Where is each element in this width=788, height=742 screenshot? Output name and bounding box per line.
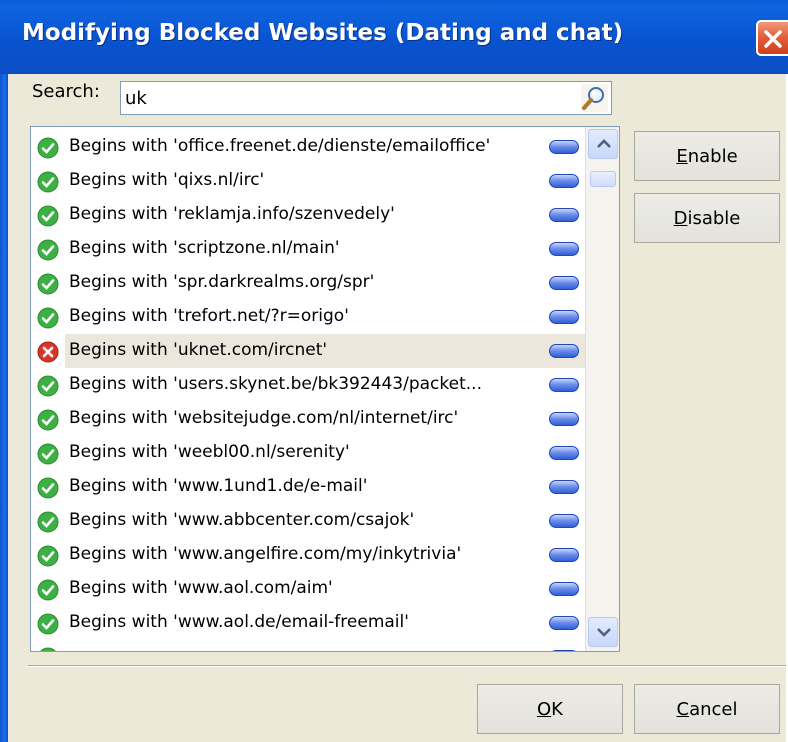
ok-mnemonic: O [537,698,552,720]
close-icon [764,30,782,48]
chevron-down-icon [597,628,611,637]
list-item-label: Begins with 'websitejudge.com/nl/interne… [69,408,459,428]
separator [28,665,786,667]
rule-pill-icon[interactable] [549,140,579,154]
list-item-label: Begins with 'trefort.net/?r=origo' [69,306,349,326]
check-circle-icon [37,307,59,329]
list-item[interactable]: Begins with 'uknet.com/ircnet' [31,334,587,368]
list-item-label: Begins with 'reklamja.info/szenvedely' [69,204,395,224]
vertical-scrollbar[interactable] [585,127,619,651]
check-circle-icon [37,477,59,499]
rule-pill-icon[interactable] [549,514,579,528]
check-circle-icon [37,409,59,431]
list-item[interactable]: Begins with 'www.aol.de/email-freemail' [31,606,587,640]
check-circle-icon [37,375,59,397]
list-item-label: Begins with 'www.1und1.de/e-mail' [69,476,368,496]
list-item-label: Begins with 'office.freenet.de/dienste/e… [69,136,491,156]
list-item[interactable]: Begins with 'scriptzone.nl/main' [31,232,587,266]
list-item[interactable]: Begins with 'www.angelfire.com/my/inkytr… [31,538,587,572]
check-circle-icon [37,205,59,227]
enable-label: nable [687,145,738,167]
list-item-label: Begins with 'weebl00.nl/serenity' [69,442,350,462]
check-circle-icon [37,137,59,159]
list-item[interactable]: Begins with 'trefort.net/?r=origo' [31,300,587,334]
check-circle-icon [37,613,59,635]
check-circle-icon [37,443,59,465]
ok-button[interactable]: OK [477,684,623,734]
list-item-label: Begins with 'www.aol.de/email-freemail' [69,612,409,632]
list-item-label: Begins with 'www.angelfire.com/my/inkytr… [69,544,462,564]
list-item-label: Begins with 'qixs.nl/irc' [69,170,265,190]
search-label: Search: [32,81,100,102]
rule-pill-icon[interactable] [549,344,579,358]
check-circle-icon [37,511,59,533]
rule-pill-icon[interactable] [549,276,579,290]
list-item[interactable]: Begins with 'websitejudge.com/nl/interne… [31,402,587,436]
dialog-window: Modifying Blocked Websites (Dating and c… [0,0,788,742]
list-item[interactable]: Begins with 'spr.darkrealms.org/spr' [31,266,587,300]
check-circle-icon [37,239,59,261]
rule-pill-icon[interactable] [549,446,579,460]
enable-button[interactable]: Enable [634,131,780,181]
rule-pill-icon[interactable] [549,310,579,324]
list-item-label: Begins with 'www.aol.com/aim' [69,578,333,598]
list-item-label: Begins with 'spr.darkrealms.org/spr' [69,272,375,292]
check-circle-icon [37,273,59,295]
list-item[interactable]: Begins with 'weebl00.nl/serenity' [31,436,587,470]
rule-pill-icon[interactable] [549,208,579,222]
magnifier-icon[interactable] [581,84,608,112]
cancel-label: ancel [689,698,738,720]
rule-pill-icon[interactable] [549,174,579,188]
x-circle-icon [37,341,59,363]
scroll-thumb[interactable] [590,171,616,187]
close-button[interactable] [756,20,788,56]
title-bar[interactable]: Modifying Blocked Websites (Dating and c… [0,0,788,74]
search-field[interactable] [120,81,612,115]
rule-pill-icon[interactable] [549,650,579,651]
list-item-label: Begins with 'users.skynet.be/bk392443/pa… [69,374,482,394]
list-item[interactable]: Begins with 'reklamja.info/szenvedely' [31,198,587,232]
scroll-up-button[interactable] [588,129,618,159]
list-item[interactable]: Begins with 'www.aol.com/aim' [31,572,587,606]
list-item-label: Begins with 'uknet.com/ircnet' [69,340,328,360]
rule-pill-icon[interactable] [549,242,579,256]
cancel-mnemonic: C [676,698,690,720]
list-item[interactable] [31,640,587,651]
check-circle-icon [37,171,59,193]
search-input[interactable] [125,85,575,111]
disable-label: isable [687,207,741,229]
list-item[interactable]: Begins with 'users.skynet.be/bk392443/pa… [31,368,587,402]
rule-pill-icon[interactable] [549,548,579,562]
list-item[interactable]: Begins with 'qixs.nl/irc' [31,164,587,198]
rule-pill-icon[interactable] [549,412,579,426]
enable-mnemonic: E [676,145,688,167]
list-item[interactable]: Begins with 'www.1und1.de/e-mail' [31,470,587,504]
rule-pill-icon[interactable] [549,480,579,494]
window-left-border [0,74,8,742]
list-item-label: Begins with 'www.abbcenter.com/csajok' [69,510,415,530]
check-circle-icon [37,545,59,567]
blocked-websites-list[interactable]: Begins with 'office.freenet.de/dienste/e… [30,126,620,652]
chevron-up-icon [597,139,611,148]
scroll-down-button[interactable] [588,617,618,647]
list-item[interactable]: Begins with 'www.abbcenter.com/csajok' [31,504,587,538]
ok-label: K [551,698,563,720]
rule-pill-icon[interactable] [549,378,579,392]
list-item[interactable]: Begins with 'office.freenet.de/dienste/e… [31,130,587,164]
window-title: Modifying Blocked Websites (Dating and c… [22,20,624,46]
cancel-button[interactable]: Cancel [634,684,780,734]
disable-button[interactable]: Disable [634,193,780,243]
rule-pill-icon[interactable] [549,582,579,596]
check-circle-icon [40,647,56,651]
list-item-label: Begins with 'scriptzone.nl/main' [69,238,340,258]
disable-mnemonic: D [673,207,688,229]
rule-pill-icon[interactable] [549,616,579,630]
check-circle-icon [37,579,59,601]
